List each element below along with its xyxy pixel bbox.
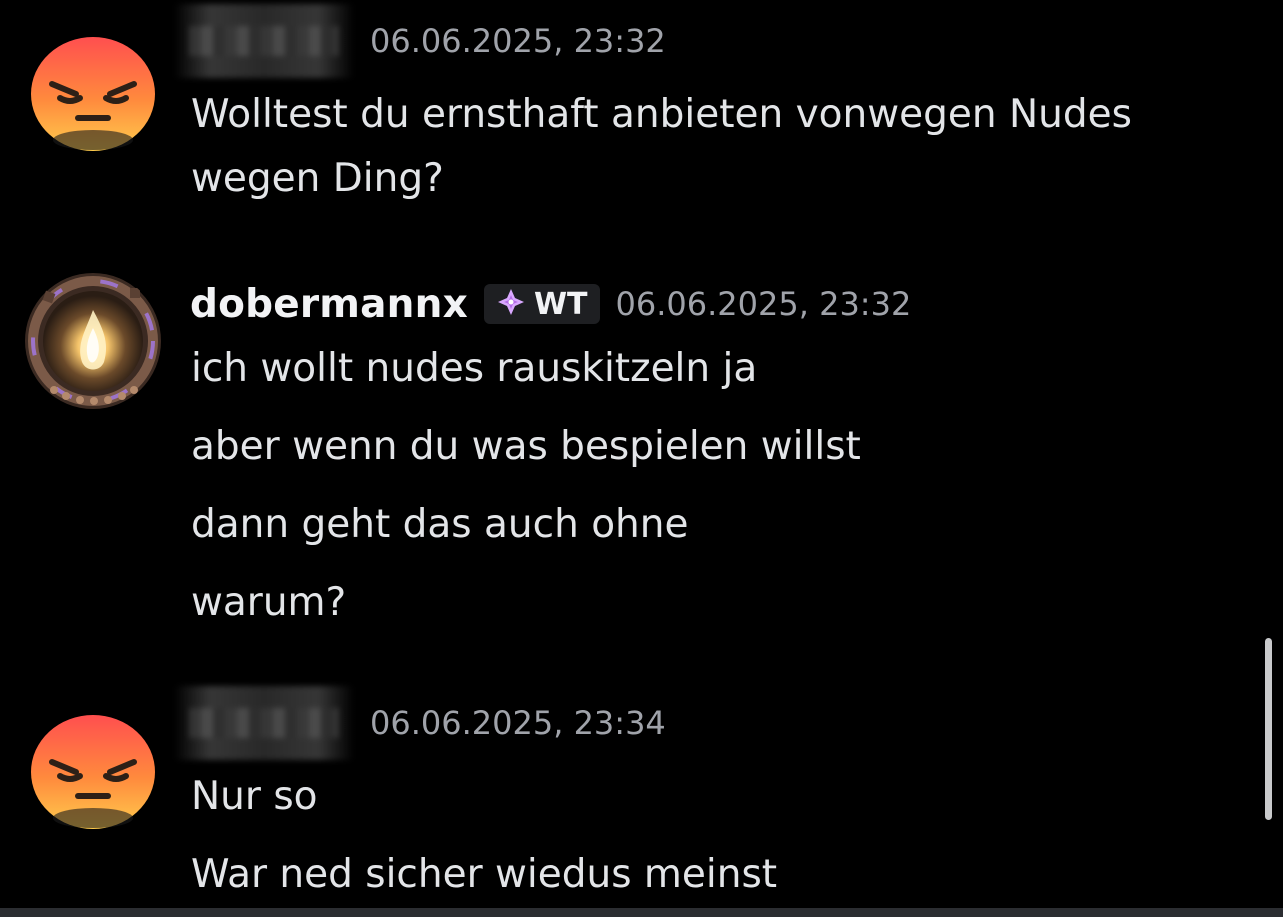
message-text: warum?	[191, 580, 347, 625]
fire-portal-avatar[interactable]	[24, 272, 162, 410]
message-header: dobermannx WT 06.06.2025, 23:32	[190, 279, 911, 329]
message-text: ich wollt nudes rauskitzeln ja	[191, 346, 758, 391]
message-text: wegen Ding?	[191, 156, 444, 201]
angry-face-emoji-icon[interactable]	[26, 700, 160, 834]
composer-edge	[0, 908, 1283, 917]
message-header: 06.06.2025, 23:34	[174, 686, 666, 760]
username[interactable]: dobermannx	[190, 282, 468, 327]
angry-face-emoji-icon[interactable]	[26, 22, 160, 156]
message-text: Nur so	[191, 774, 318, 819]
message-text: aber wenn du was bespielen willst	[191, 424, 861, 469]
username-blurred[interactable]	[174, 686, 354, 760]
scrollbar-thumb[interactable]	[1265, 638, 1272, 820]
message-text: dann geht das auch ohne	[191, 502, 689, 547]
timestamp[interactable]: 06.06.2025, 23:34	[370, 704, 666, 742]
message-text: Wolltest du ernsthaft anbieten vonwegen …	[191, 92, 1132, 137]
tag-label: WT	[533, 286, 588, 322]
username-blurred[interactable]	[174, 4, 354, 78]
sparkle-gem-icon	[496, 287, 526, 321]
timestamp[interactable]: 06.06.2025, 23:32	[616, 285, 912, 323]
timestamp[interactable]: 06.06.2025, 23:32	[370, 22, 666, 60]
message-header: 06.06.2025, 23:32	[174, 4, 666, 78]
chat-message-list[interactable]: 06.06.2025, 23:32 Wolltest du ernsthaft …	[0, 0, 1283, 917]
message-text: War ned sicher wiedus meinst	[191, 852, 778, 897]
clan-tag[interactable]: WT	[483, 284, 600, 324]
